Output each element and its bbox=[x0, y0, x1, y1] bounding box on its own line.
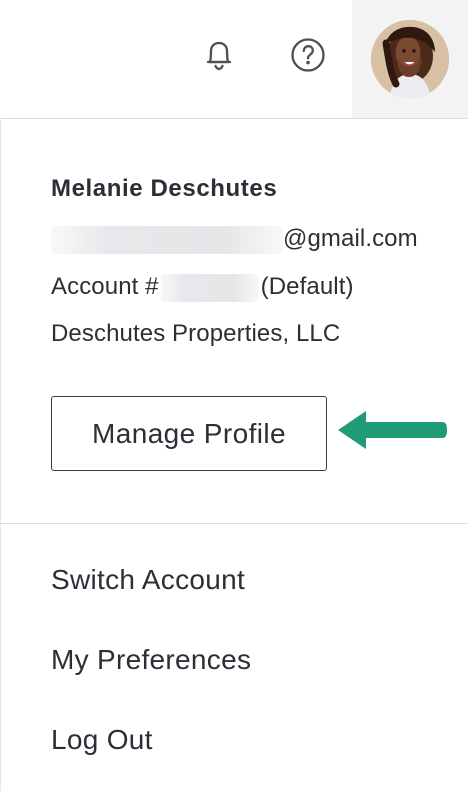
avatar bbox=[371, 20, 449, 98]
user-name: Melanie Deschutes bbox=[51, 175, 278, 202]
redacted-email-user bbox=[51, 225, 283, 254]
account-default-label: (Default) bbox=[260, 273, 354, 300]
profile-dropdown: Melanie Deschutes @gmail.com Account # (D… bbox=[0, 118, 468, 791]
email-domain: @gmail.com bbox=[283, 225, 418, 252]
redacted-account-number bbox=[160, 273, 259, 302]
log-out-menu-item[interactable]: Log Out bbox=[51, 724, 153, 756]
help-circle-icon[interactable] bbox=[288, 35, 328, 75]
company-name: Deschutes Properties, LLC bbox=[51, 320, 341, 347]
my-preferences-menu-item[interactable]: My Preferences bbox=[51, 644, 251, 676]
bell-icon[interactable] bbox=[199, 35, 239, 75]
top-header bbox=[0, 0, 468, 118]
account-prefix: Account # bbox=[51, 273, 159, 300]
email-row: @gmail.com bbox=[51, 225, 418, 254]
profile-avatar-button[interactable] bbox=[352, 0, 468, 118]
account-row: Account # (Default) bbox=[51, 273, 354, 302]
manage-profile-button[interactable]: Manage Profile bbox=[51, 396, 327, 471]
menu-divider bbox=[0, 523, 468, 524]
green-arrow-icon bbox=[338, 411, 447, 449]
switch-account-menu-item[interactable]: Switch Account bbox=[51, 564, 245, 596]
